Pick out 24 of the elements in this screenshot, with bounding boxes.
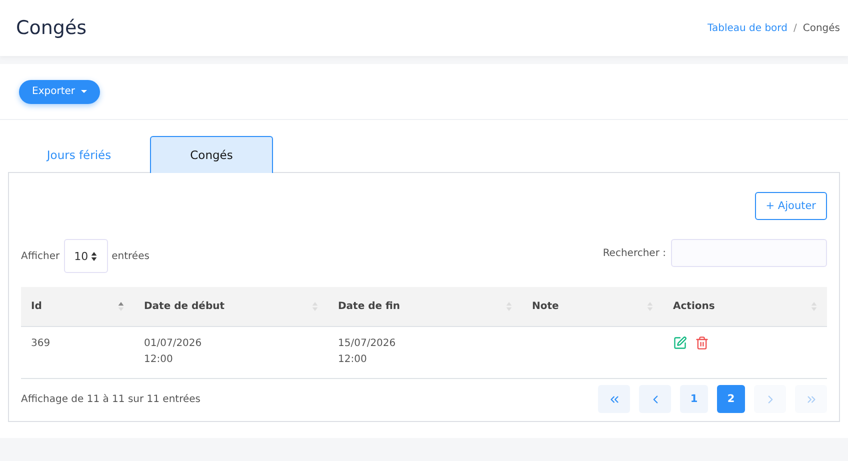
edit-icon[interactable] <box>673 336 687 350</box>
search-field[interactable] <box>671 239 827 267</box>
page-length-select[interactable]: 10 <box>64 239 108 273</box>
length-label: Afficher <box>21 250 60 262</box>
first-page-button[interactable] <box>598 385 630 413</box>
table-cell: 15/07/2026 12:00 <box>328 326 522 378</box>
table-cell: 369 <box>21 326 134 378</box>
updown-icon <box>91 252 98 260</box>
page-title: Congés <box>16 17 87 39</box>
column-header[interactable]: Id <box>21 287 134 326</box>
length-label: entrées <box>112 250 150 262</box>
column-header[interactable]: Date de début <box>134 287 328 326</box>
search-label: Rechercher : <box>602 248 666 258</box>
breadcrumb-separator: / <box>793 22 797 34</box>
tab[interactable]: Congés <box>150 136 273 173</box>
column-header[interactable]: Note <box>522 287 663 326</box>
breadcrumb-current: Congés <box>802 22 840 34</box>
table-info: Affichage de 11 à 11 sur 11 entrées <box>21 394 201 404</box>
caret-icon <box>81 90 87 93</box>
previous-page-button[interactable] <box>639 385 671 413</box>
trash-icon[interactable] <box>695 336 709 350</box>
column-header[interactable]: Actions <box>663 287 827 326</box>
table-cell: 01/07/2026 12:00 <box>134 326 328 378</box>
column-header[interactable]: Date de fin <box>328 287 522 326</box>
